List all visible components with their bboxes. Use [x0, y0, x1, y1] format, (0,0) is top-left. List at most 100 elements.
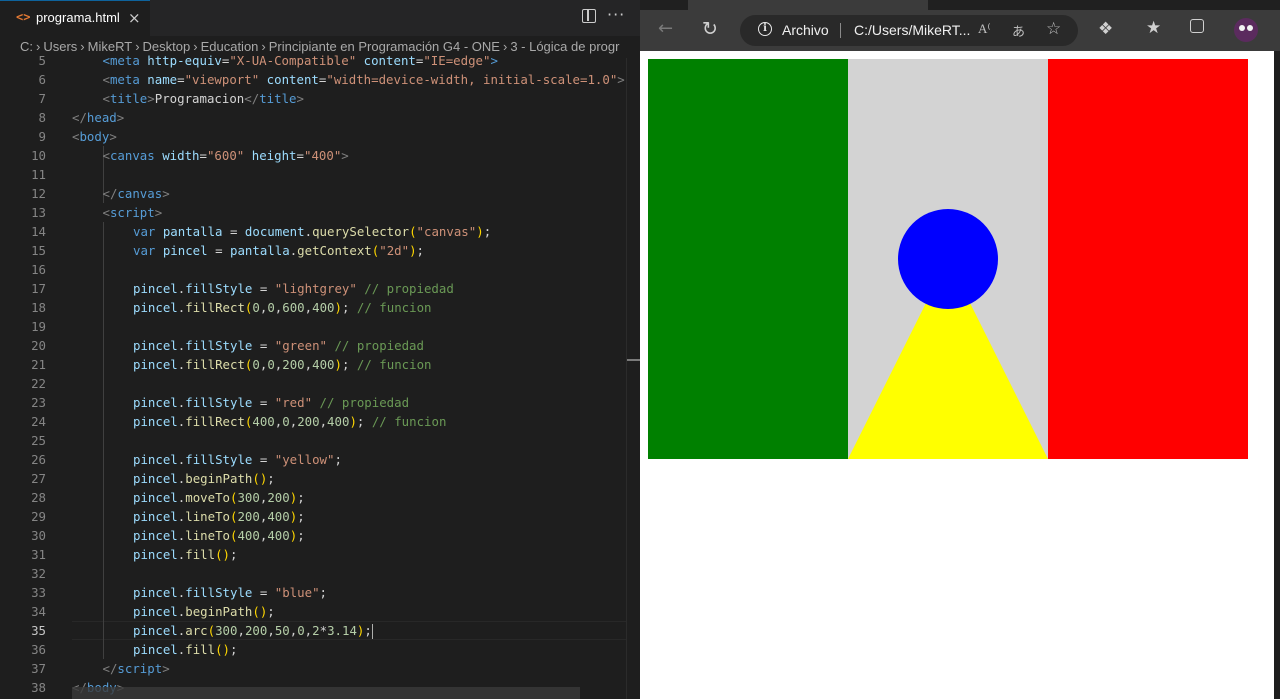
code-text: pincel.fillRect(0,0,200,400); // funcion	[133, 357, 432, 372]
address-bar[interactable]: i Archivo C:/Users/MikeRT... A⁽ あ ☆	[740, 15, 1078, 46]
refresh-icon[interactable]: ↻	[702, 20, 718, 39]
code-line[interactable]: 9 <body>	[0, 127, 626, 146]
code-line[interactable]: 25	[0, 431, 626, 450]
line-number: 37	[31, 661, 46, 676]
code-text: </head>	[72, 110, 125, 125]
address-separator	[840, 23, 841, 38]
add-favorite-icon[interactable]: ☆	[1046, 19, 1061, 39]
line-number: 5	[38, 53, 46, 68]
line-number: 12	[31, 186, 46, 201]
code-line[interactable]: 30 pincel.lineTo(400,400);	[0, 526, 626, 545]
code-line[interactable]: 10 <canvas width="600" height="400">	[0, 146, 626, 165]
code-text: pincel.lineTo(200,400);	[133, 509, 305, 524]
line-number: 6	[38, 72, 46, 87]
line-number: 28	[31, 490, 46, 505]
code-line[interactable]: 28 pincel.moveTo(300,200);	[0, 488, 626, 507]
translate-icon[interactable]: あ	[1012, 21, 1025, 40]
code-text: pincel.fillStyle = "yellow";	[133, 452, 342, 467]
line-number: 10	[31, 148, 46, 163]
tab-filename: programa.html	[36, 10, 120, 25]
read-aloud-icon[interactable]: A⁽	[978, 21, 991, 37]
extensions-icon[interactable]: ❖	[1098, 20, 1113, 38]
text-caret	[371, 624, 374, 639]
browser-window: ← ↻ i Archivo C:/Users/MikeRT... A⁽ あ ☆ …	[640, 0, 1280, 699]
code-line[interactable]: 26 pincel.fillStyle = "yellow";	[0, 450, 626, 469]
code-line[interactable]: 21 pincel.fillRect(0,0,200,400); // funci…	[0, 355, 626, 374]
line-number: 32	[31, 566, 46, 581]
code-text: <canvas width="600" height="400">	[102, 148, 349, 163]
code-text: <body>	[72, 129, 117, 144]
code-line[interactable]: 31 pincel.fill();	[0, 545, 626, 564]
code-text: pincel.lineTo(400,400);	[133, 528, 305, 543]
code-line[interactable]: 15 var pincel = pantalla.getContext("2d")…	[0, 241, 626, 260]
favorites-icon[interactable]: ★	[1146, 19, 1161, 37]
line-number: 25	[31, 433, 46, 448]
code-line[interactable]: 19	[0, 317, 626, 336]
code-line[interactable]: 23 pincel.fillStyle = "red" // propiedad	[0, 393, 626, 412]
code-line[interactable]: 18 pincel.fillRect(0,0,600,400); // funci…	[0, 298, 626, 317]
split-editor-icon[interactable]	[582, 9, 596, 23]
line-number: 14	[31, 224, 46, 239]
line-number: 22	[31, 376, 46, 391]
line-number: 35	[31, 623, 46, 638]
code-editor[interactable]: <> programa.html × ··· C: › Users › MikeRT › D…	[0, 0, 641, 699]
scheme-label: Archivo	[782, 22, 829, 38]
code-line[interactable]: 6 <meta name="viewport" content="width=de…	[0, 70, 626, 89]
code-line[interactable]: 22	[0, 374, 626, 393]
more-actions-icon[interactable]: ···	[607, 5, 625, 24]
code-line[interactable]: 36 pincel.fill();	[0, 640, 626, 659]
code-line[interactable]: 5 <meta http-equiv="X-UA-Compatible" cont…	[0, 51, 626, 70]
line-number: 27	[31, 471, 46, 486]
line-number: 11	[31, 167, 46, 182]
code-text: var pincel = pantalla.getContext("2d");	[133, 243, 425, 258]
browser-tab[interactable]	[688, 0, 928, 10]
vertical-scrollbar[interactable]	[626, 58, 641, 699]
horizontal-scrollbar[interactable]	[72, 687, 580, 699]
code-area[interactable]: 5 <meta http-equiv="X-UA-Compatible" cont…	[0, 50, 626, 699]
back-arrow-icon[interactable]: ←	[658, 20, 673, 38]
code-line[interactable]: 37 </script>	[0, 659, 626, 678]
code-line[interactable]: 34 pincel.beginPath();	[0, 602, 626, 621]
code-line[interactable]: 13 <script>	[0, 203, 626, 222]
info-icon[interactable]: i	[758, 22, 772, 36]
tab-programa-html[interactable]: <> programa.html ×	[0, 0, 150, 36]
html-icon: <>	[16, 10, 31, 24]
code-line[interactable]: 35 pincel.arc(300,200,50,0,2*3.14);	[0, 621, 626, 640]
code-line[interactable]: 11	[0, 165, 626, 184]
code-text: </script>	[102, 661, 170, 676]
code-text: pincel.fillStyle = "blue";	[133, 585, 327, 600]
profile-avatar[interactable]	[1234, 18, 1258, 42]
url-text[interactable]: C:/Users/MikeRT...	[854, 22, 970, 38]
code-text: <meta http-equiv="X-UA-Compatible" conte…	[102, 53, 498, 68]
code-text: pincel.fillRect(400,0,200,400); // funci…	[133, 414, 447, 429]
code-line[interactable]: 33 pincel.fillStyle = "blue";	[0, 583, 626, 602]
code-text: pincel.beginPath();	[133, 471, 275, 486]
code-line[interactable]: 8 </head>	[0, 108, 626, 127]
code-line[interactable]: 27 pincel.beginPath();	[0, 469, 626, 488]
code-line[interactable]: 24 pincel.fillRect(400,0,200,400); // fun…	[0, 412, 626, 431]
code-text: pincel.fillRect(0,0,600,400); // funcion	[133, 300, 432, 315]
line-number: 7	[38, 91, 46, 106]
code-text: pincel.beginPath();	[133, 604, 275, 619]
code-text: pincel.fill();	[133, 642, 238, 657]
code-line[interactable]: 32	[0, 564, 626, 583]
code-line[interactable]: 16	[0, 260, 626, 279]
page-viewport	[640, 51, 1274, 699]
window-edge	[1274, 51, 1280, 699]
code-line[interactable]: 29 pincel.lineTo(200,400);	[0, 507, 626, 526]
code-line[interactable]: 12 </canvas>	[0, 184, 626, 203]
close-icon[interactable]: ×	[128, 9, 141, 27]
line-number: 23	[31, 395, 46, 410]
code-line[interactable]: 17 pincel.fillStyle = "lightgrey" // prop…	[0, 279, 626, 298]
code-line[interactable]: 7 <title>Programacion</title>	[0, 89, 626, 108]
line-number: 13	[31, 205, 46, 220]
code-line[interactable]: 20 pincel.fillStyle = "green" // propieda…	[0, 336, 626, 355]
code-line[interactable]: 14 var pantalla = document.querySelector(…	[0, 222, 626, 241]
line-number: 21	[31, 357, 46, 372]
collections-icon[interactable]	[1190, 19, 1204, 33]
red-band	[1048, 59, 1248, 459]
line-number: 31	[31, 547, 46, 562]
code-text: </canvas>	[102, 186, 170, 201]
line-number: 15	[31, 243, 46, 258]
browser-toolbar: ← ↻ i Archivo C:/Users/MikeRT... A⁽ あ ☆ …	[640, 10, 1280, 51]
